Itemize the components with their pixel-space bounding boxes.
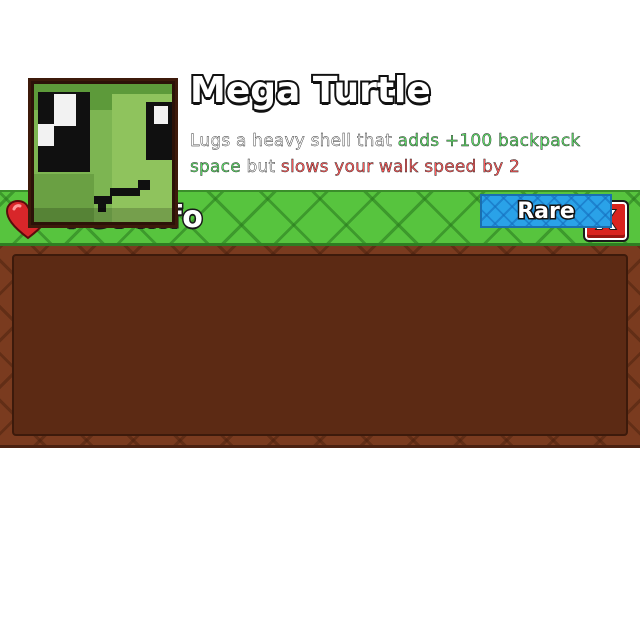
- content-panel: [12, 254, 628, 436]
- description-text: Lugs a heavy shell that: [190, 131, 398, 151]
- pet-info-window: Pet Info X: [0, 190, 640, 448]
- turtle-face-image: [34, 84, 172, 222]
- rarity-badge: Rare: [480, 194, 612, 228]
- rarity-label: Rare: [516, 197, 577, 225]
- negative-effect-text: slows your walk speed by 2: [280, 157, 521, 177]
- turtle-pet-portrait: [34, 84, 172, 222]
- description-connector: but: [240, 157, 281, 177]
- window-body: [0, 246, 640, 448]
- pet-description: Lugs a heavy shell that adds +100 backpa…: [190, 128, 620, 180]
- pet-name: Mega Turtle: [188, 68, 433, 113]
